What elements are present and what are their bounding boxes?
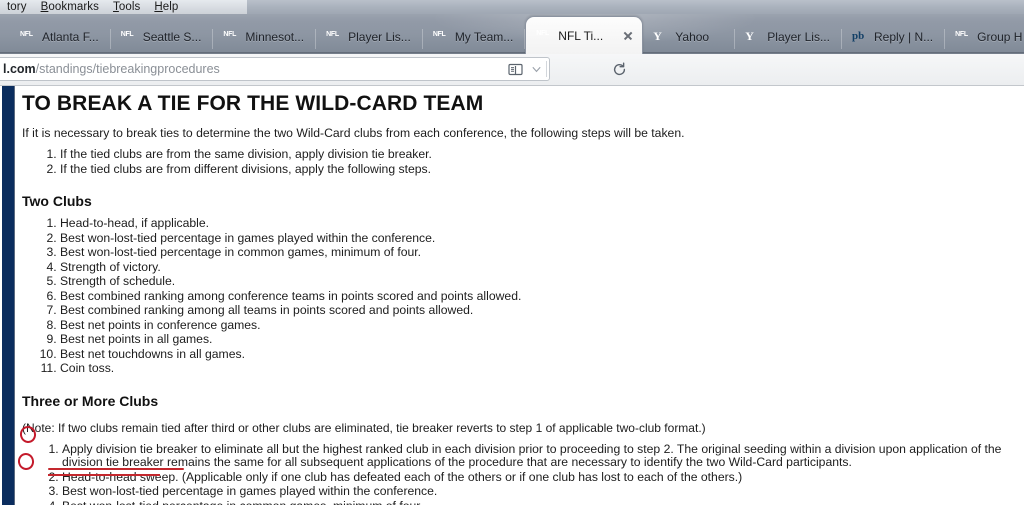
tab-title: Reply | N... [873,30,934,44]
url-path: /standings/tiebreakingprocedures [35,62,220,76]
three-or-more-clubs-step-item: Best won-lost-tied percentage in games p… [62,485,1022,500]
page-intro: If it is necessary to break ties to dete… [22,126,685,140]
two-clubs-step-item: Strength of victory. [60,260,1022,276]
tab-title: Player Lis... [348,30,411,44]
tab-2[interactable]: Minnesot... [213,20,316,54]
nfl-icon [121,29,137,45]
nfl-icon [326,29,342,45]
three-or-more-clubs-note: (Note: If two clubs remain tied after th… [22,420,706,435]
nfl-icon [223,29,239,45]
section-heading-two-clubs: Two Clubs [22,193,92,210]
two-clubs-step-item: Best net points in all games. [60,333,1022,348]
two-clubs-step-item: Best net points in conference games. [60,318,1022,334]
tab-bar: Atlanta F... Seattle S... Minnesot... Playe… [0,14,1024,54]
page-title: TO BREAK A TIE FOR THE WILD-CARD TEAM [22,92,484,115]
tab-title: Yahoo [675,30,710,44]
tab-9[interactable]: Group H [945,20,1024,54]
two-clubs-step-item: Best combined ranking among all teams in… [60,304,1022,319]
intro-step-item: If the tied clubs are from different div… [60,162,1022,178]
tab-title: Seattle S... [142,30,202,44]
reload-button[interactable] [604,57,634,81]
two-clubs-step-item: Coin toss. [60,362,1022,377]
intro-step-item: If the tied clubs are from the same divi… [60,147,1022,163]
tab-title: NFL Ti... [558,28,604,43]
intro-step-list: If the tied clubs are from the same divi… [22,147,1022,178]
page-left-rail [2,86,15,505]
three-or-more-clubs-step-item: Head-to-head sweep. (Applicable only if … [62,470,1022,486]
tab-5-active[interactable]: NFL Ti... [525,16,644,54]
two-clubs-step-item: Best won-lost-tied percentage in games p… [60,231,1022,247]
two-clubs-step-item: Best combined ranking among conference t… [60,289,1022,305]
toolbar-divider [546,61,547,77]
tab-title: Atlanta F... [42,30,99,44]
two-clubs-step-list: Head-to-head, if applicable.Best won-los… [22,217,1022,377]
tab-7[interactable]: Player Lis... [735,20,842,54]
chevron-down-icon[interactable] [528,57,544,81]
tab-strip: Atlanta F... Seattle S... Minnesot... Playe… [10,14,1024,54]
url-text: l.com/standings/tiebreakingprocedures [0,62,220,76]
two-clubs-step-item: Best won-lost-tied percentage in common … [60,246,1022,261]
tab-6[interactable]: Yahoo [643,20,736,54]
yahoo-icon [745,29,761,45]
three-or-more-clubs-step-item: Apply division tie breaker to eliminate … [62,442,1022,471]
tab-close-icon[interactable] [620,28,636,44]
tab-8[interactable]: Reply | N... [842,20,946,54]
menu-bar-right-strip [247,0,1024,14]
two-clubs-step-item: Head-to-head, if applicable. [60,217,1022,232]
menu-item-accesskey: B [40,1,49,13]
nfl-icon [433,29,449,45]
tab-1[interactable]: Seattle S... [111,20,214,54]
browser-window: tory Bookmarks Tools Help Atlanta F... Seatt… [0,0,1024,505]
menu-bar: tory Bookmarks Tools Help [0,0,1024,14]
url-domain: l.com [3,62,36,76]
tab-title: Group H [977,30,1023,44]
url-bar-tools [502,57,549,81]
annotation-strikethrough-step-3 [48,474,160,476]
two-clubs-step-item: Best net touchdowns in all games. [60,347,1022,363]
nfl-icon [20,29,36,45]
yahoo-icon [653,29,669,45]
two-clubs-step-item: Strength of schedule. [60,275,1022,290]
three-or-more-clubs-step-list: Apply division tie breaker to eliminate … [22,442,1022,505]
navigation-toolbar: l.com/standings/tiebreakingprocedures [0,54,1024,136]
menu-item-tools[interactable]: Tools [106,0,147,14]
menu-item-accesskey: H [154,1,163,13]
tab-title: Player Lis... [767,30,830,44]
three-or-more-clubs-step-item: Best won-lost-tied percentage in common … [62,499,1022,505]
page-content: TO BREAK A TIE FOR THE WILD-CARD TEAM If… [0,86,1024,505]
nfl-icon [955,29,971,45]
menu-item-tory[interactable]: tory [0,0,34,14]
tab-3[interactable]: Player Lis... [316,20,423,54]
menu-item-bookmarks[interactable]: Bookmarks [34,0,106,14]
reader-mode-icon[interactable] [502,57,528,81]
menu-item-accesskey: T [113,1,119,13]
tab-4[interactable]: My Team... [423,20,526,54]
menu-item-list: tory Bookmarks Tools Help [0,0,185,14]
menu-item-help[interactable]: Help [147,0,185,14]
tab-title: My Team... [454,30,514,44]
page-body: TO BREAK A TIE FOR THE WILD-CARD TEAM If… [22,86,1022,505]
section-heading-three-or-more-clubs: Three or More Clubs [22,392,159,409]
tab-title: Minnesot... [245,30,305,44]
tab-0[interactable]: Atlanta F... [10,20,111,54]
annotation-underline-head-to-head-sweep [48,468,184,471]
nfl-icon [536,28,552,44]
url-bar[interactable]: l.com/standings/tiebreakingprocedures [0,57,550,81]
photobucket-icon [852,29,868,45]
